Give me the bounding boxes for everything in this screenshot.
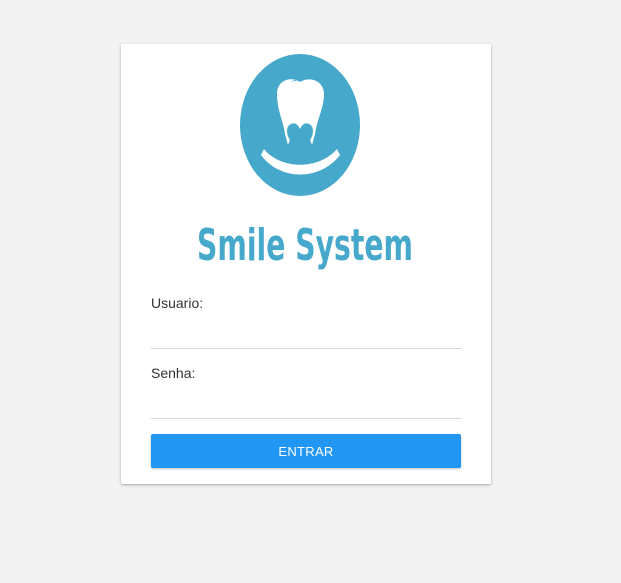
login-card: Smile System Usuario: Senha: ENTRAR [121, 44, 491, 484]
password-input[interactable] [151, 390, 461, 419]
username-label: Usuario: [151, 295, 204, 311]
username-input[interactable] [151, 320, 461, 349]
password-label: Senha: [151, 365, 196, 381]
smile-system-logo: Smile System [191, 52, 431, 272]
brand-name: Smile System [197, 220, 413, 271]
submit-button[interactable]: ENTRAR [151, 434, 461, 468]
